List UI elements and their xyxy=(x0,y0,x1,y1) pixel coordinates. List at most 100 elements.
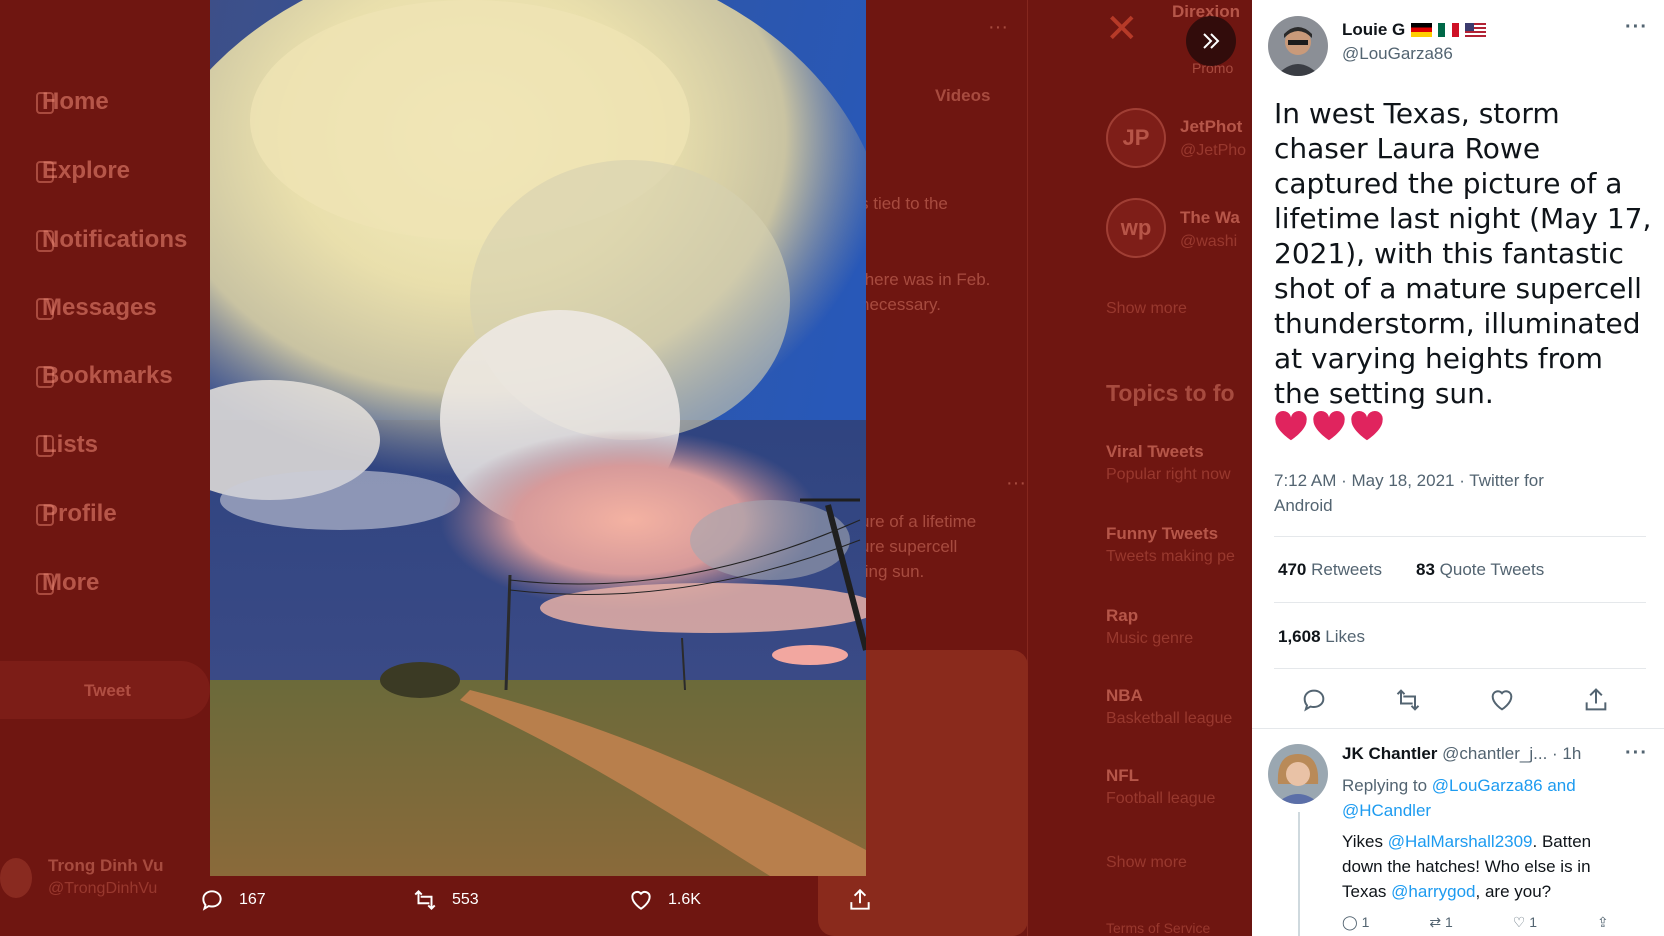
media-share-button[interactable] xyxy=(847,887,873,913)
nav-label: Notifications xyxy=(42,226,188,253)
more-options-icon[interactable]: ··· xyxy=(1625,742,1648,765)
reply-mention[interactable]: @harrygod xyxy=(1391,882,1475,901)
media-retweet-button[interactable]: 553 xyxy=(412,887,479,913)
double-chevron-right-icon xyxy=(1203,33,1220,49)
reply-text: Yikes @HalMarshall2309. Batten down the … xyxy=(1342,829,1632,904)
tweet-button-label: Tweet xyxy=(84,681,131,700)
retweets-stat[interactable]: 470 Retweets xyxy=(1278,560,1382,580)
reply-time[interactable]: · 1h xyxy=(1552,744,1581,763)
reply-retweet-button[interactable]: ⇄ 1 xyxy=(1429,914,1452,931)
nav-bookmarks[interactable]: Bookmarks xyxy=(36,362,173,390)
timeline-text: necessary. xyxy=(860,295,941,314)
likes-label: Likes xyxy=(1325,627,1365,646)
topic-desc: Tweets making pe xyxy=(1106,548,1235,565)
author-avatar-image xyxy=(1268,16,1328,76)
reply-reply-button[interactable]: ◯ 1 xyxy=(1342,914,1369,931)
nav-explore[interactable]: Explore xyxy=(36,157,130,185)
show-more-link[interactable]: Show more xyxy=(1106,300,1187,318)
reply-avatar-image xyxy=(1268,744,1328,804)
more-dots-icon[interactable]: ··· xyxy=(1006,472,1026,495)
more-options-icon[interactable]: ··· xyxy=(1625,16,1648,39)
quote-count: 83 xyxy=(1416,560,1435,579)
divider xyxy=(1274,536,1646,537)
tab-videos[interactable]: Videos xyxy=(935,86,990,106)
heart-icon xyxy=(631,890,651,910)
quote-label: Quote Tweets xyxy=(1439,560,1545,579)
share-icon[interactable] xyxy=(1582,686,1610,714)
heart-emoji-row xyxy=(1274,410,1384,442)
retweet-count: 553 xyxy=(452,891,479,908)
nav-messages[interactable]: Messages xyxy=(36,294,157,322)
reply-text-part: Yikes xyxy=(1342,832,1383,851)
author-name: Louie G xyxy=(1342,20,1406,39)
heart-emoji-icon xyxy=(1313,410,1345,441)
mexico-flag-icon xyxy=(1438,23,1460,37)
replying-prefix: Replying to xyxy=(1342,776,1428,795)
timeline-text: ure supercell xyxy=(860,537,958,556)
topic-desc: Music genre xyxy=(1106,630,1194,647)
topic-name[interactable]: NBA xyxy=(1106,686,1143,706)
tweet-timestamp[interactable]: 7:12 AM · May 18, 2021 · Twitter for And… xyxy=(1274,468,1604,518)
reply-icon[interactable] xyxy=(1300,686,1328,714)
tweet-detail-panel: Louie G @LouGarza86 ··· In west Texas, s… xyxy=(1252,0,1664,936)
nav-label: Bookmarks xyxy=(42,362,173,389)
follow-name[interactable]: JetPhot xyxy=(1180,117,1242,137)
retweet-icon[interactable] xyxy=(1394,686,1422,714)
reply-reply-count: 1 xyxy=(1361,914,1370,930)
replying-to: Replying to @LouGarza86 and @HCandler xyxy=(1342,773,1632,823)
divider xyxy=(1252,728,1664,729)
jetphot-avatar[interactable]: JP xyxy=(1106,108,1166,168)
retweets-count: 470 xyxy=(1278,560,1307,579)
like-count: 1.6K xyxy=(668,891,701,908)
media-like-button[interactable]: 1.6K xyxy=(628,887,701,913)
more-dots-icon[interactable]: ··· xyxy=(988,16,1008,39)
washington-post-avatar[interactable]: wp xyxy=(1106,198,1166,258)
reply-author-handle[interactable]: @chantler_j... xyxy=(1442,744,1547,763)
reply-icon xyxy=(202,890,222,911)
nav-home[interactable]: Home xyxy=(36,88,109,116)
collapse-panel-button[interactable] xyxy=(1186,16,1236,66)
reply-author-name[interactable]: JK Chantler xyxy=(1342,744,1437,763)
account-handle: @TrongDinhVu xyxy=(48,880,158,897)
heart-emoji-icon xyxy=(1275,410,1307,441)
usa-flag-icon xyxy=(1465,23,1487,37)
author-handle[interactable]: @LouGarza86 xyxy=(1342,44,1453,64)
topic-name[interactable]: NFL xyxy=(1106,766,1139,786)
timeline-text: there was in Feb. xyxy=(860,270,991,289)
topic-desc: Popular right now xyxy=(1106,466,1231,483)
share-icon xyxy=(850,888,870,910)
heart-emoji-icon xyxy=(1351,410,1383,441)
author-name-row[interactable]: Louie G xyxy=(1342,20,1487,40)
tweet-button[interactable]: Tweet xyxy=(0,661,210,719)
topic-name[interactable]: Viral Tweets xyxy=(1106,442,1204,462)
show-more-link[interactable]: Show more xyxy=(1106,854,1187,872)
account-avatar xyxy=(0,858,32,898)
nav-more[interactable]: More xyxy=(36,569,99,597)
quote-tweets-stat[interactable]: 83 Quote Tweets xyxy=(1416,560,1544,580)
follow-handle: @JetPho xyxy=(1180,142,1247,159)
retweet-icon xyxy=(414,889,436,911)
account-name: Trong Dinh Vu xyxy=(48,856,164,875)
reply-like-count: 1 xyxy=(1529,914,1538,930)
nav-lists[interactable]: Lists xyxy=(36,431,98,459)
likes-count: 1,608 xyxy=(1278,627,1321,646)
nav-notifications[interactable]: Notifications xyxy=(36,226,188,254)
promo-logo-icon: ✕ xyxy=(1105,7,1139,51)
thread-line xyxy=(1298,812,1300,936)
likes-stat[interactable]: 1,608 Likes xyxy=(1278,627,1365,647)
reply-text-part: , are you? xyxy=(1475,882,1552,901)
tweet-photo[interactable] xyxy=(210,0,866,876)
topic-name[interactable]: Rap xyxy=(1106,606,1138,626)
media-reply-button[interactable]: 167 xyxy=(199,887,266,913)
reply-author-avatar[interactable] xyxy=(1268,744,1328,804)
footer-link[interactable]: Terms of Service xyxy=(1106,920,1210,936)
follow-name[interactable]: The Wa xyxy=(1180,208,1240,228)
heart-icon[interactable] xyxy=(1488,686,1516,714)
reply-like-button[interactable]: ♡ 1 xyxy=(1513,914,1537,931)
reply-share-icon[interactable]: ⇪ xyxy=(1597,914,1609,931)
topic-name[interactable]: Funny Tweets xyxy=(1106,524,1218,544)
reply-mention[interactable]: @HalMarshall2309 xyxy=(1388,832,1533,851)
divider xyxy=(1274,602,1646,603)
nav-profile[interactable]: Profile xyxy=(36,500,117,528)
author-avatar[interactable] xyxy=(1268,16,1328,76)
